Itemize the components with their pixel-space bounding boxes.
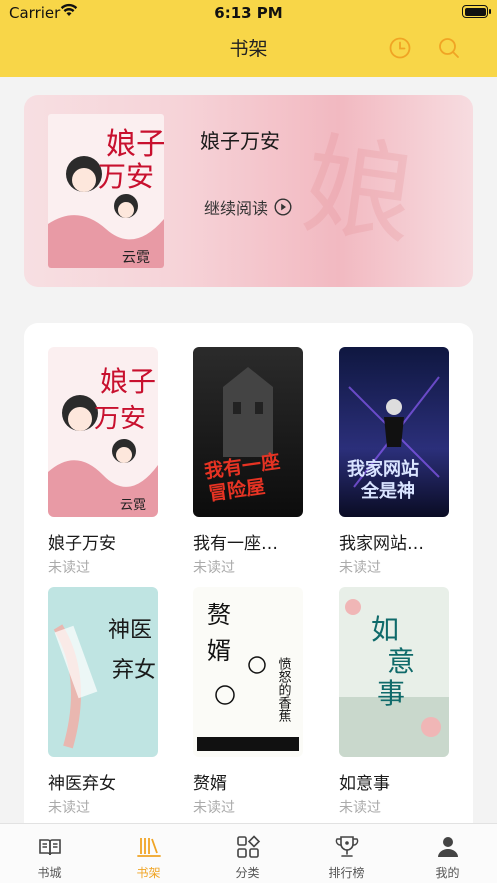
book-cover[interactable]: 神医 弃女 — [48, 587, 158, 757]
svg-text:事: 事 — [377, 677, 405, 710]
search-icon[interactable] — [437, 36, 461, 60]
book-item[interactable]: 赘 婿 愤怒的香蕉 赘婿 未读过 — [193, 587, 305, 817]
book-status: 未读过 — [193, 560, 235, 576]
trophy-icon — [335, 836, 358, 857]
book-cover[interactable]: 如 意 事 — [339, 587, 449, 757]
book-status: 未读过 — [48, 560, 90, 576]
app-header: Carrier 6:13 PM 书架 — [0, 0, 497, 77]
svg-text:娘子: 娘子 — [106, 127, 164, 162]
svg-text:云霓: 云霓 — [122, 250, 150, 266]
svg-text:云霓: 云霓 — [120, 498, 146, 513]
svg-text:娘子: 娘子 — [100, 365, 156, 398]
book-item[interactable]: 我有一座 冒险屋 我有一座… 未读过 — [193, 347, 305, 577]
book-item[interactable]: 我家网站 全是神 我家网站… 未读过 — [339, 347, 451, 577]
bookshelf-icon — [136, 838, 161, 857]
book-cover[interactable]: 娘子 万安 云霓 — [48, 347, 158, 517]
continue-reading-button[interactable]: 继续阅读 — [204, 195, 292, 219]
svg-text:赘: 赘 — [207, 601, 231, 629]
cover-art: 娘子 万安 云霓 — [48, 347, 158, 517]
bottom-tab-bar: 书城 书架 分类 排行榜 我的 — [0, 823, 497, 883]
book-item[interactable]: 神医 弃女 神医弃女 未读过 — [48, 587, 160, 817]
user-icon — [437, 837, 458, 857]
svg-text:全是神: 全是神 — [360, 480, 415, 502]
battery-icon — [462, 5, 491, 18]
tab-bookstore[interactable]: 书城 — [0, 824, 99, 883]
book-title: 如意事 — [339, 774, 390, 794]
tab-label: 分类 — [235, 866, 260, 880]
tab-label: 书城 — [37, 866, 62, 880]
card-background-art: 娘子 — [273, 119, 413, 287]
cover-art: 如 意 事 — [339, 587, 449, 757]
tab-label: 我的 — [435, 866, 460, 880]
book-status: 未读过 — [339, 560, 381, 576]
tab-category[interactable]: 分类 — [198, 824, 297, 883]
book-cover[interactable]: 我有一座 冒险屋 — [193, 347, 303, 517]
book-status: 未读过 — [48, 800, 90, 816]
clock-icon[interactable] — [388, 36, 412, 60]
book-item[interactable]: 娘子 万安 云霓 娘子万安 未读过 — [48, 347, 160, 577]
cover-art: 我家网站 全是神 — [339, 347, 449, 517]
svg-text:我家网站: 我家网站 — [347, 458, 419, 480]
continue-reading-label: 继续阅读 — [204, 199, 269, 218]
book-item[interactable]: 如 意 事 如意事 未读过 — [339, 587, 451, 817]
status-bar: Carrier 6:13 PM — [0, 0, 497, 26]
cover-art: 赘 婿 愤怒的香蕉 — [193, 587, 303, 757]
tab-ranking[interactable]: 排行榜 — [297, 824, 396, 883]
svg-text:弃女: 弃女 — [112, 658, 156, 683]
book-cover[interactable]: 赘 婿 愤怒的香蕉 — [193, 587, 303, 757]
book-title: 娘子万安 — [48, 534, 116, 554]
book-title: 神医弃女 — [48, 774, 116, 794]
book-title: 我家网站… — [339, 534, 424, 554]
book-status: 未读过 — [339, 800, 381, 816]
book-cover[interactable]: 我家网站 全是神 — [339, 347, 449, 517]
cover-art: 娘子 万安 云霓 — [48, 114, 164, 268]
cover-art: 我有一座 冒险屋 — [193, 347, 303, 517]
book-status: 未读过 — [193, 800, 235, 816]
recent-book-cover[interactable]: 娘子 万安 云霓 — [48, 114, 164, 268]
cover-art: 神医 弃女 — [48, 587, 158, 757]
tab-label: 书架 — [136, 866, 161, 880]
play-circle-icon — [274, 198, 292, 216]
svg-text:如: 如 — [371, 613, 399, 646]
status-time: 6:13 PM — [214, 4, 283, 22]
book-title: 我有一座… — [193, 534, 278, 554]
recent-book-title: 娘子万安 — [200, 129, 280, 153]
book-title: 赘婿 — [193, 774, 227, 794]
tab-bookshelf[interactable]: 书架 — [99, 824, 198, 883]
page-title: 书架 — [229, 38, 268, 60]
tab-label: 排行榜 — [328, 866, 365, 880]
tab-profile[interactable]: 我的 — [398, 824, 497, 883]
svg-text:万安: 万安 — [94, 404, 146, 434]
book-open-icon — [38, 839, 61, 856]
bookshelf-grid: 娘子 万安 云霓 娘子万安 未读过 我有一座 冒险屋 我有一座… 未读过 我家网… — [24, 323, 473, 843]
svg-text:婿: 婿 — [207, 637, 231, 665]
svg-text:万安: 万安 — [98, 160, 154, 193]
svg-text:愤怒的香蕉: 愤怒的香蕉 — [276, 657, 292, 722]
category-icon — [236, 835, 260, 858]
svg-text:神医: 神医 — [108, 618, 152, 643]
recent-reading-card[interactable]: 娘子 娘子 万安 云霓 娘子万安 继续阅读 — [24, 95, 473, 287]
svg-text:意: 意 — [387, 645, 415, 678]
